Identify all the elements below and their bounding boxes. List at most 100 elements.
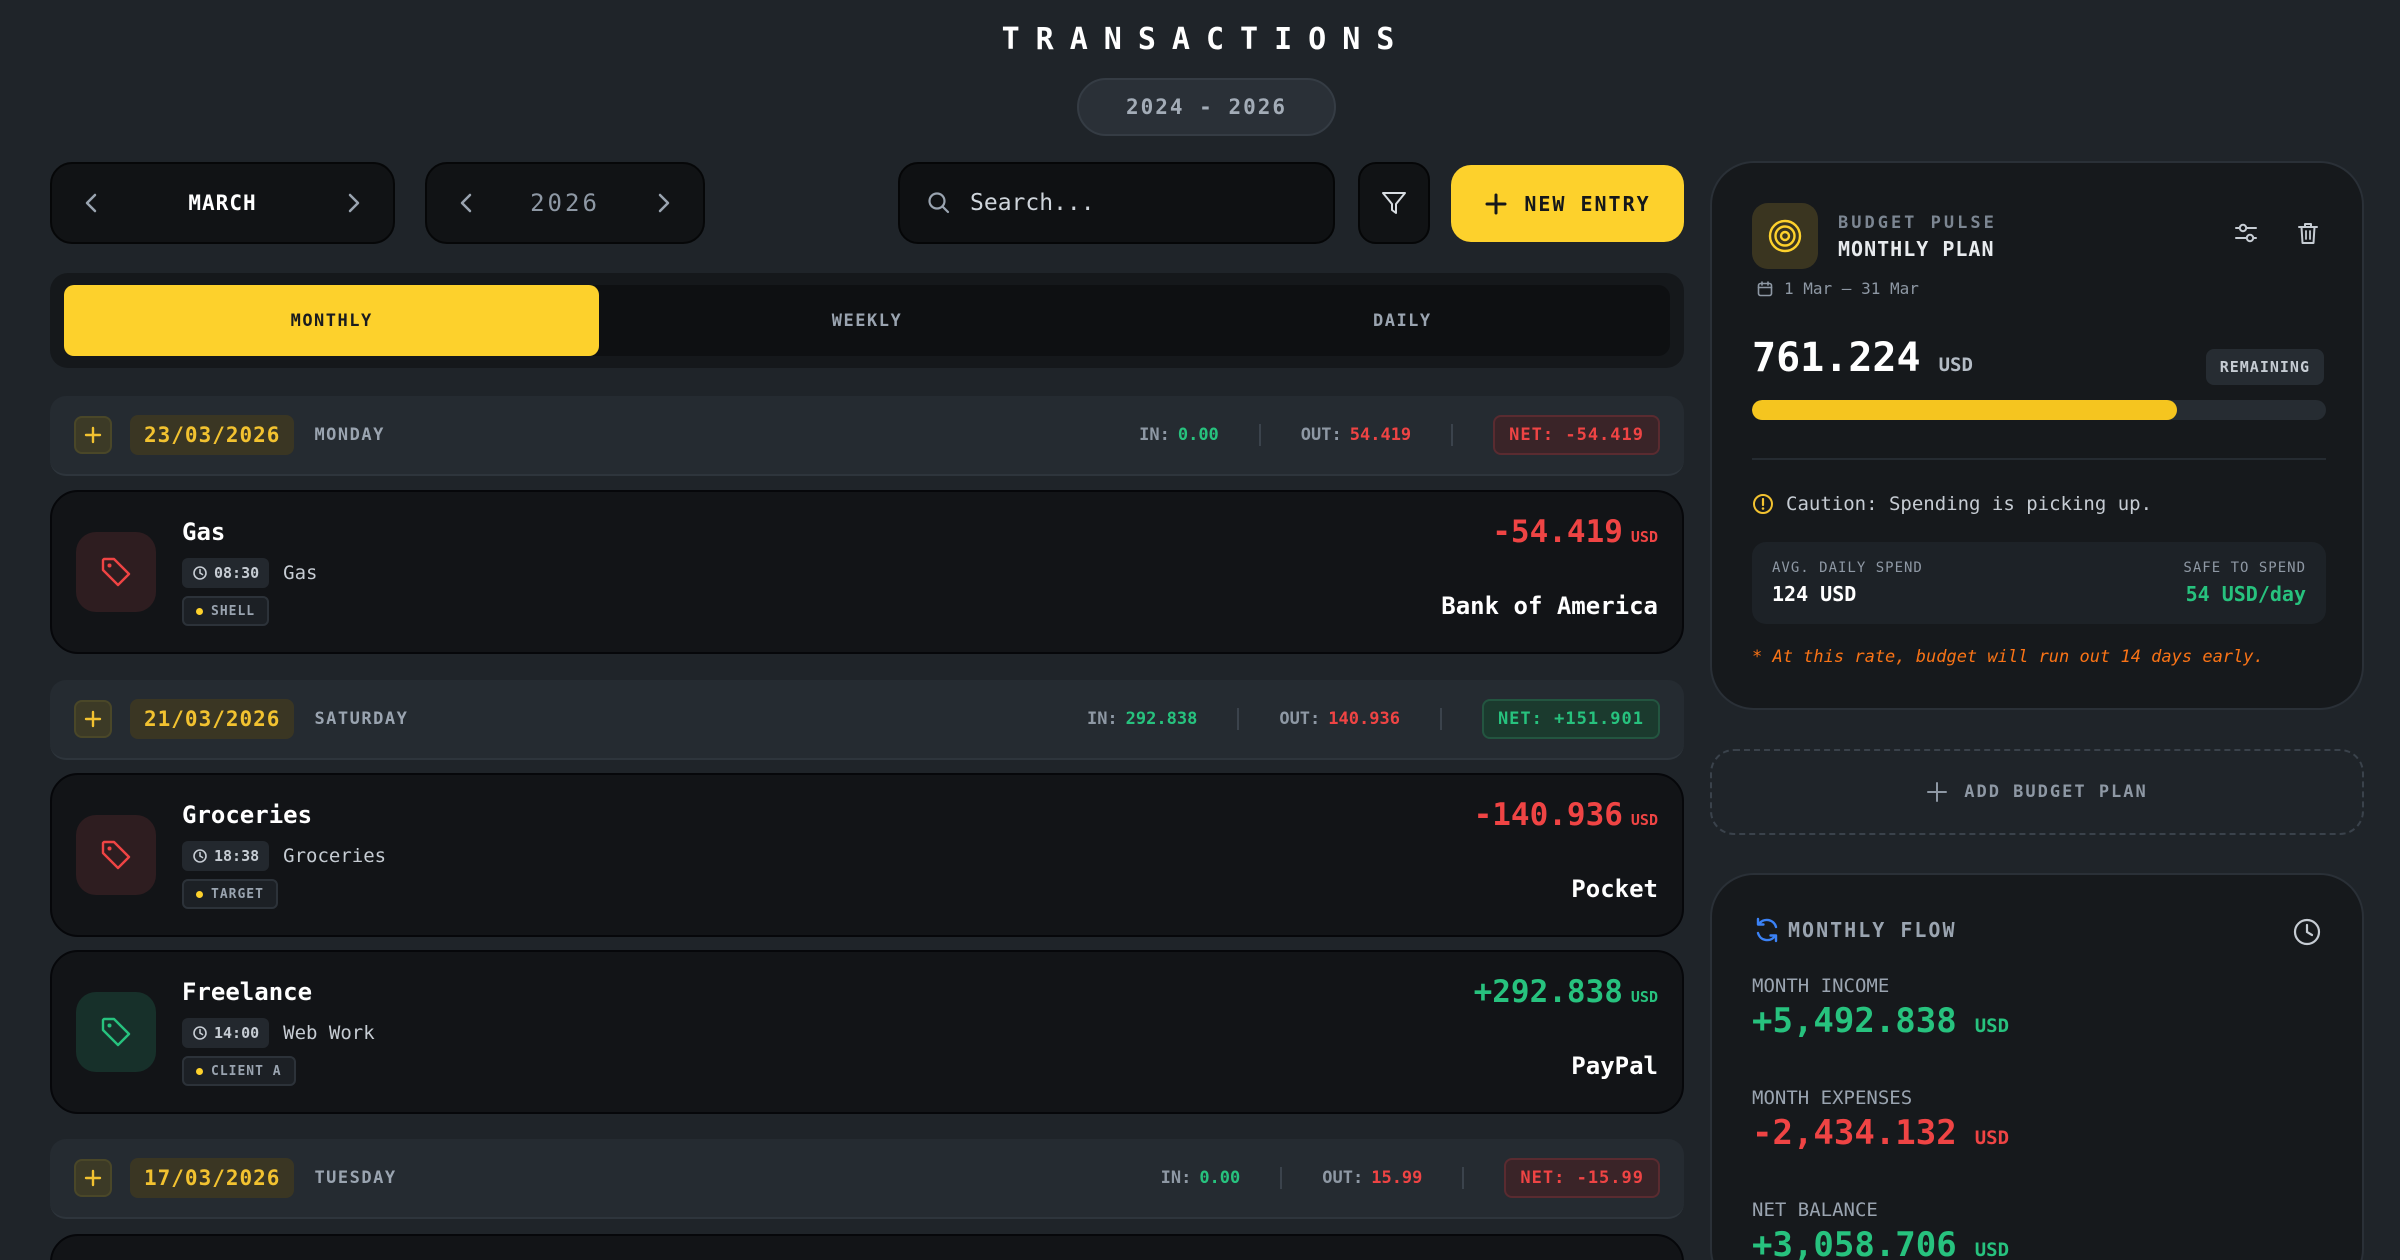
- transaction-time: 08:30: [214, 564, 260, 582]
- tag-icon: [76, 992, 156, 1072]
- add-to-day-button[interactable]: [74, 700, 112, 738]
- tab-monthly[interactable]: MONTHLY: [64, 285, 600, 356]
- transaction-amount: -140.936 USD: [1473, 797, 1658, 833]
- transaction-card[interactable]: Groceries 18:38 Groceries TARGET -140.93…: [50, 773, 1684, 937]
- net-badge: NET: -15.99: [1504, 1158, 1660, 1198]
- day-weekday: TUESDAY: [314, 1168, 397, 1188]
- add-budget-plan-button[interactable]: ADD BUDGET PLAN: [1710, 749, 2364, 835]
- month-label: MARCH: [188, 191, 257, 215]
- out-value: 140.936: [1328, 709, 1400, 729]
- avg-daily-label: AVG. DAILY SPEND: [1772, 560, 1923, 576]
- plus-icon: [1926, 781, 1948, 803]
- warning-icon: [1752, 493, 1774, 515]
- safe-to-spend-value: 54 USD/day: [2185, 582, 2306, 606]
- new-entry-button[interactable]: NEW ENTRY: [1451, 165, 1684, 242]
- time-badge: 18:38: [182, 841, 270, 871]
- plus-icon: [84, 1169, 102, 1187]
- in-value: 0.00: [1177, 425, 1219, 445]
- transaction-account: PayPal: [1571, 1052, 1658, 1080]
- add-to-day-button[interactable]: [74, 1159, 112, 1197]
- transaction-name: Freelance: [182, 978, 313, 1006]
- tab-weekly[interactable]: WEEKLY: [599, 285, 1134, 356]
- clock-icon: [193, 849, 207, 863]
- transaction-card[interactable]: Freelance 14:00 Web Work CLIENT A +292.8…: [50, 950, 1684, 1114]
- in-value: 292.838: [1125, 709, 1198, 729]
- day-stats: IN: 0.00 OUT: 15.99 NET: -15.99: [1161, 1139, 1660, 1217]
- chevron-left-icon[interactable]: [82, 191, 102, 215]
- monthly-flow-title: MONTHLY FLOW: [1788, 918, 1957, 942]
- safe-to-spend-label: SAFE TO SPEND: [2183, 560, 2306, 576]
- net-badge: NET: +151.901: [1481, 699, 1660, 739]
- day-stats: IN: 292.838 OUT: 140.936 NET: +151.901: [1087, 680, 1660, 758]
- month-expenses-label: MONTH EXPENSES: [1752, 1087, 1913, 1109]
- refresh-icon[interactable]: [1752, 915, 1782, 945]
- chevron-right-icon[interactable]: [653, 191, 673, 215]
- monthly-flow-card: MONTHLY FLOW MONTH INCOME +5,492.838 USD…: [1710, 873, 2364, 1260]
- transaction-time: 18:38: [214, 847, 260, 865]
- trash-icon[interactable]: [2294, 219, 2322, 247]
- out-value: 15.99: [1371, 1168, 1423, 1188]
- transaction-category: Gas: [283, 562, 318, 584]
- plus-icon: [84, 426, 102, 444]
- transaction-account: Pocket: [1571, 875, 1658, 903]
- out-value: 54.419: [1349, 425, 1412, 445]
- in-value: 0.00: [1199, 1168, 1241, 1188]
- avg-daily-value: 124 USD: [1772, 582, 1857, 606]
- period-tabs: MONTHLY WEEKLY DAILY: [50, 273, 1684, 368]
- day-stats: IN: 0.00 OUT: 54.419 NET: -54.419: [1139, 396, 1660, 474]
- plus-icon: [1484, 192, 1508, 216]
- time-badge: 14:00: [182, 1018, 270, 1048]
- in-label: IN:: [1160, 1168, 1192, 1188]
- day-header: 23/03/2026 MONDAY IN: 0.00 OUT: 54.419 N…: [50, 396, 1684, 476]
- budget-warning: * At this rate, budget will run out 14 d…: [1752, 647, 2264, 667]
- in-label: IN:: [1139, 425, 1170, 445]
- target-icon: [1752, 203, 1818, 269]
- year-range-button[interactable]: 2024 - 2026: [1077, 78, 1336, 136]
- calendar-icon: [1756, 280, 1774, 298]
- transaction-amount: -54.419 USD: [1492, 514, 1658, 550]
- year-label: 2026: [530, 189, 600, 217]
- tab-daily[interactable]: DAILY: [1135, 285, 1670, 356]
- history-icon[interactable]: [2292, 917, 2322, 947]
- month-income-value: +5,492.838 USD: [1752, 1001, 2010, 1041]
- search-icon: [926, 190, 952, 216]
- remaining-amount: 761.224 USD: [1752, 335, 1973, 381]
- transaction-name: Groceries: [182, 801, 313, 829]
- sliders-icon[interactable]: [2232, 219, 2260, 247]
- month-expenses-value: -2,434.132 USD: [1752, 1113, 2010, 1153]
- search-input[interactable]: [970, 190, 1310, 216]
- transaction-card[interactable]: Gas 08:30 Gas SHELL -54.419 USD Bank of …: [50, 490, 1684, 654]
- net-balance-value: +3,058.706 USD: [1752, 1225, 2010, 1260]
- out-label: OUT:: [1322, 1168, 1364, 1188]
- merchant-tag: SHELL: [182, 596, 270, 626]
- day-header: 21/03/2026 SATURDAY IN: 292.838 OUT: 140…: [50, 680, 1684, 760]
- budget-plan-name: MONTHLY PLAN: [1838, 237, 1995, 261]
- transaction-category: Web Work: [283, 1022, 375, 1044]
- new-entry-label: NEW ENTRY: [1524, 191, 1651, 216]
- search-box: [898, 162, 1335, 244]
- add-budget-plan-label: ADD BUDGET PLAN: [1964, 782, 2148, 802]
- month-income-label: MONTH INCOME: [1752, 975, 1890, 997]
- transaction-card[interactable]: [50, 1234, 1684, 1260]
- transaction-account: Bank of America: [1441, 592, 1658, 620]
- plus-icon: [84, 710, 102, 728]
- year-selector: 2026: [425, 162, 705, 244]
- day-date: 17/03/2026: [130, 1158, 295, 1198]
- chevron-right-icon[interactable]: [343, 191, 363, 215]
- net-balance-label: NET BALANCE: [1752, 1199, 1878, 1221]
- merchant-tag: TARGET: [182, 879, 278, 909]
- filter-icon: [1379, 188, 1409, 218]
- transaction-name: Gas: [182, 518, 226, 546]
- day-date: 21/03/2026: [130, 699, 295, 739]
- in-label: IN:: [1086, 709, 1118, 729]
- budget-pulse-card: BUDGET PULSE MONTHLY PLAN 1 Mar — 31 Mar…: [1710, 161, 2364, 710]
- budget-progress-fill: [1752, 400, 2177, 420]
- transaction-time: 14:00: [214, 1024, 260, 1042]
- page-title: TRANSACTIONS: [1001, 22, 1411, 57]
- chevron-left-icon[interactable]: [457, 191, 477, 215]
- add-to-day-button[interactable]: [74, 416, 112, 454]
- clock-icon: [193, 566, 207, 580]
- month-selector: MARCH: [50, 162, 395, 244]
- filter-button[interactable]: [1358, 162, 1430, 244]
- transaction-category: Groceries: [283, 845, 387, 867]
